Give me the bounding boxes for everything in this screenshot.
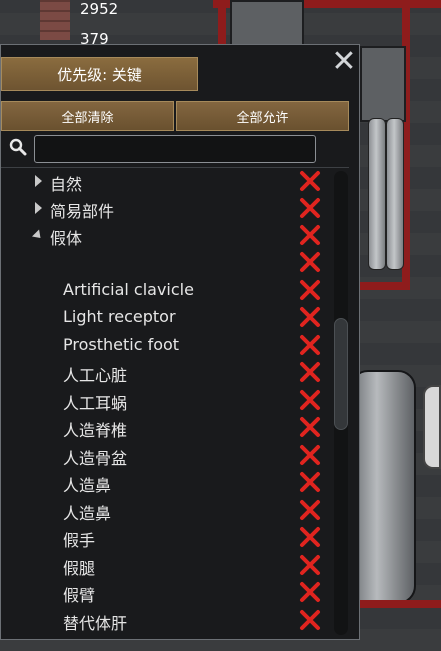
list-item[interactable]: 假手: [1, 524, 331, 551]
search-input[interactable]: [34, 135, 316, 163]
tree-category-simple-parts[interactable]: 简易部件: [1, 195, 331, 222]
red-wall-mid: [360, 282, 410, 290]
brick-wall: [40, 0, 70, 40]
disallow-x-icon[interactable]: [299, 471, 321, 493]
list-item[interactable]: 假腿: [1, 552, 331, 579]
disallow-x-icon[interactable]: [299, 416, 321, 438]
disallow-x-icon[interactable]: [299, 251, 321, 273]
close-icon[interactable]: ✕: [331, 47, 357, 77]
red-wall-bottom: [360, 600, 441, 608]
disallow-x-icon[interactable]: [299, 499, 321, 521]
disallow-x-icon[interactable]: [299, 170, 321, 192]
list-item[interactable]: 人造脊椎: [1, 414, 331, 441]
clear-all-button[interactable]: 全部清除: [1, 101, 174, 131]
disallow-x-icon[interactable]: [299, 224, 321, 246]
list-item[interactable]: Light receptor: [1, 304, 331, 331]
item-label: 人工心脏: [63, 366, 128, 385]
list-item[interactable]: 人造鼻: [1, 469, 331, 496]
item-label: 人造脊椎: [63, 421, 128, 440]
list-item[interactable]: 人造骨盆: [1, 442, 331, 469]
item-label: Artificial clavicle: [63, 280, 194, 299]
item-label: 假腿: [63, 559, 96, 578]
machine-block: [230, 0, 304, 46]
collapsed-arrow-icon[interactable]: [35, 202, 42, 214]
disallow-x-icon[interactable]: [299, 554, 321, 576]
list-item[interactable]: 人工心脏: [1, 359, 331, 386]
item-label: 假手: [63, 531, 96, 550]
list-item[interactable]: 假臂: [1, 579, 331, 606]
disallow-x-icon[interactable]: [299, 444, 321, 466]
tree-category-prosthetics[interactable]: 假体: [1, 222, 331, 249]
thing-filter-tree: 自然 简易部件 假体 Artificial clavicle Light rec…: [1, 167, 349, 640]
pipe: [368, 118, 386, 270]
disallow-x-icon[interactable]: [299, 279, 321, 301]
item-label: 假臂: [63, 586, 96, 605]
item-label: 人造鼻: [63, 476, 112, 495]
item-label: 人造鼻: [63, 504, 112, 523]
collapsed-arrow-icon[interactable]: [35, 175, 42, 187]
list-item[interactable]: Prosthetic foot: [1, 332, 331, 359]
animal-sprite: [423, 385, 441, 469]
expanded-arrow-icon[interactable]: [31, 229, 45, 242]
allow-all-button[interactable]: 全部允许: [176, 101, 349, 131]
bulk-actions: 全部清除 全部允许: [1, 101, 349, 131]
disallow-x-icon[interactable]: [299, 334, 321, 356]
category-label: 假体: [50, 229, 83, 248]
item-label: 人工耳蜗: [63, 394, 128, 413]
item-label: 人造骨盆: [63, 449, 128, 468]
disallow-x-icon[interactable]: [299, 197, 321, 219]
disallow-x-icon[interactable]: [299, 306, 321, 328]
disallow-x-icon[interactable]: [299, 361, 321, 383]
item-label: Prosthetic foot: [63, 335, 180, 354]
priority-button[interactable]: 优先级: 关键: [1, 57, 198, 91]
search-icon: [9, 138, 27, 156]
list-item[interactable]: 人工耳蜗: [1, 387, 331, 414]
red-wall-left: [218, 0, 226, 46]
filter-window: ✕ 优先级: 关键 全部清除 全部允许 自然 简易部件 假体 Artificia…: [0, 44, 360, 640]
disallow-x-icon[interactable]: [299, 581, 321, 603]
list-item[interactable]: 人造鼻: [1, 497, 331, 524]
resource-count: 2952: [80, 0, 119, 18]
tree-row-empty[interactable]: [1, 249, 331, 276]
item-label: 替代体肝: [63, 614, 128, 633]
scrollbar-thumb[interactable]: [334, 318, 348, 430]
category-label: 自然: [50, 175, 83, 194]
list-item[interactable]: 替代体肝: [1, 607, 331, 634]
machine-block-right: [360, 46, 406, 122]
tree-category-natural[interactable]: 自然: [1, 168, 331, 195]
disallow-x-icon[interactable]: [299, 526, 321, 548]
pipe: [386, 118, 404, 270]
item-label: Light receptor: [63, 307, 176, 326]
disallow-x-icon[interactable]: [299, 389, 321, 411]
disallow-x-icon[interactable]: [299, 609, 321, 631]
list-item[interactable]: Artificial clavicle: [1, 277, 331, 304]
category-label: 简易部件: [50, 202, 115, 221]
